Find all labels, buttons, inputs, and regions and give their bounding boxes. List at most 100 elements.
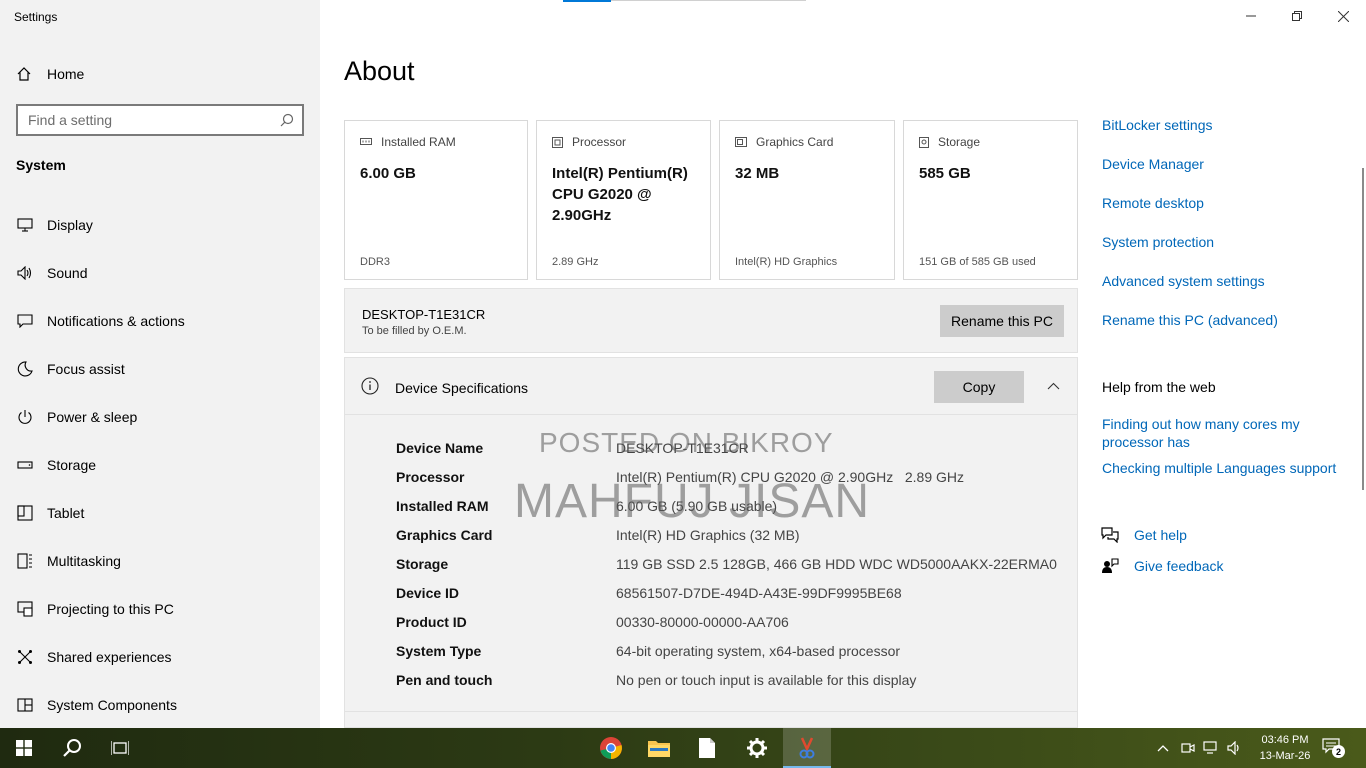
active-app-taskbar-button[interactable]: [783, 728, 831, 768]
spec-key: Processor: [396, 469, 465, 485]
card-sub: Intel(R) HD Graphics: [735, 256, 838, 268]
clock[interactable]: 03:46 PM 13-Mar-26: [1250, 732, 1320, 764]
gear-icon: [747, 738, 767, 758]
action-center-button[interactable]: 2: [1322, 738, 1346, 760]
advanced-system-settings-link[interactable]: Advanced system settings: [1102, 273, 1265, 289]
shared-icon: [16, 648, 34, 666]
bitlocker-link[interactable]: BitLocker settings: [1102, 117, 1213, 133]
cores-help-link[interactable]: Finding out how many cores my processor …: [1102, 415, 1332, 451]
pc-name: DESKTOP-T1E31CR: [362, 307, 486, 322]
task-view-icon: [111, 741, 129, 755]
speaker-icon: [16, 264, 34, 282]
rename-pc-advanced-link[interactable]: Rename this PC (advanced): [1102, 312, 1278, 328]
spec-header[interactable]: Device Specifications Copy: [345, 358, 1077, 415]
system-protection-link[interactable]: System protection: [1102, 234, 1214, 250]
start-button[interactable]: [0, 728, 48, 768]
give-feedback-link[interactable]: Give feedback: [1134, 558, 1224, 574]
clock-time: 03:46 PM: [1261, 734, 1309, 746]
spec-key: System Type: [396, 643, 482, 659]
minimize-button[interactable]: [1228, 0, 1274, 32]
device-manager-link[interactable]: Device Manager: [1102, 156, 1204, 172]
notification-count-badge: 2: [1332, 745, 1345, 758]
spec-value: DESKTOP-T1E31CR: [616, 440, 749, 456]
processor-icon: [552, 136, 563, 148]
ram-icon: [360, 138, 372, 145]
spec-key: Pen and touch: [396, 672, 493, 688]
sidebar-item-focus-assist[interactable]: Focus assist: [16, 357, 125, 381]
help-heading: Help from the web: [1102, 379, 1216, 395]
scrollbar[interactable]: [1362, 168, 1364, 490]
sidebar-item-label: Shared experiences: [47, 649, 172, 665]
restore-button[interactable]: [1274, 0, 1320, 32]
top-divider: [611, 0, 806, 1]
spec-key: Storage: [396, 556, 449, 572]
sidebar-item-tablet[interactable]: Tablet: [16, 501, 84, 525]
graphics-card: Graphics Card 32 MB Intel(R) HD Graphics: [719, 120, 895, 280]
languages-help-link[interactable]: Checking multiple Languages support: [1102, 460, 1336, 476]
sidebar-item-projecting[interactable]: Projecting to this PC: [16, 597, 174, 621]
search-icon[interactable]: [280, 113, 294, 127]
search-input[interactable]: Find a setting: [16, 104, 304, 136]
search-icon: [63, 739, 81, 757]
card-value: 6.00 GB: [360, 165, 416, 182]
spec-value: 68561507-D7DE-494D-A43E-99DF9995BE68: [616, 585, 902, 601]
network-icon[interactable]: [1203, 741, 1219, 755]
spec-row: Processor Intel(R) Pentium(R) CPU G2020 @…: [396, 469, 964, 489]
chevron-up-icon[interactable]: [1047, 382, 1060, 390]
sidebar-item-notifications[interactable]: Notifications & actions: [16, 309, 185, 333]
card-sub: 2.89 GHz: [552, 256, 599, 268]
spec-value: 00330-80000-00000-AA706: [616, 614, 789, 630]
sidebar-item-label: Sound: [47, 265, 88, 281]
copy-button[interactable]: Copy: [934, 371, 1024, 403]
document-icon: [699, 738, 715, 758]
document-taskbar-button[interactable]: [683, 728, 731, 768]
processor-card: Processor Intel(R) Pentium(R) CPU G2020 …: [536, 120, 711, 280]
spec-key: Installed RAM: [396, 498, 489, 514]
card-label: Processor: [572, 135, 627, 149]
minimize-icon: [1246, 15, 1256, 17]
home-icon: [17, 67, 31, 81]
sidebar-item-shared-experiences[interactable]: Shared experiences: [16, 645, 172, 669]
task-view-button[interactable]: [96, 728, 144, 768]
info-icon: [361, 377, 379, 395]
tablet-icon: [16, 504, 34, 522]
card-label: Installed RAM: [381, 135, 456, 149]
spec-title: Device Specifications: [395, 380, 529, 396]
volume-icon[interactable]: [1227, 741, 1243, 755]
spec-row: Device ID 68561507-D7DE-494D-A43E-99DF999…: [396, 585, 902, 605]
storage-icon: [16, 456, 34, 474]
sidebar-item-storage[interactable]: Storage: [16, 453, 96, 477]
sidebar-item-power-sleep[interactable]: Power & sleep: [16, 405, 137, 429]
taskbar-search-button[interactable]: [48, 728, 96, 768]
close-button[interactable]: [1320, 0, 1366, 32]
spec-value: Intel(R) Pentium(R) CPU G2020 @ 2.90GHz …: [616, 469, 964, 485]
spec-value: 6.00 GB (5.90 GB usable): [616, 498, 778, 514]
sidebar-item-multitasking[interactable]: Multitasking: [16, 549, 121, 573]
get-help-link[interactable]: Get help: [1134, 527, 1187, 543]
settings-taskbar-button[interactable]: [733, 728, 781, 768]
notification-icon: [16, 312, 34, 330]
home-link[interactable]: Home: [16, 62, 84, 86]
meet-now-icon[interactable]: [1181, 741, 1195, 755]
remote-desktop-link[interactable]: Remote desktop: [1102, 195, 1204, 211]
sidebar-item-system-components[interactable]: System Components: [16, 693, 177, 717]
file-explorer-taskbar-button[interactable]: [635, 728, 683, 768]
sidebar-item-label: Notifications & actions: [47, 313, 185, 329]
spec-row: Product ID 00330-80000-00000-AA706: [396, 614, 789, 634]
sidebar-item-sound[interactable]: Sound: [16, 261, 87, 285]
spec-row: System Type 64-bit operating system, x64-…: [396, 643, 900, 663]
page-title: About: [344, 56, 415, 86]
pc-name-panel: DESKTOP-T1E31CR To be filled by O.E.M. R…: [344, 288, 1078, 353]
spec-row: Graphics Card Intel(R) HD Graphics (32 MB…: [396, 527, 800, 547]
card-label-row: Storage: [919, 135, 980, 149]
sidebar-item-display[interactable]: Display: [16, 213, 93, 237]
chevron-up-icon[interactable]: [1157, 744, 1169, 752]
card-label: Graphics Card: [756, 135, 834, 149]
section-title: System: [16, 157, 66, 173]
rename-pc-button[interactable]: Rename this PC: [940, 305, 1064, 337]
sidebar-item-label: Storage: [47, 457, 97, 473]
chrome-taskbar-button[interactable]: [587, 728, 635, 768]
spec-value: Intel(R) HD Graphics (32 MB): [616, 527, 800, 543]
spec-value: No pen or touch input is available for t…: [616, 672, 917, 688]
sidebar-item-label: Focus assist: [47, 361, 125, 377]
